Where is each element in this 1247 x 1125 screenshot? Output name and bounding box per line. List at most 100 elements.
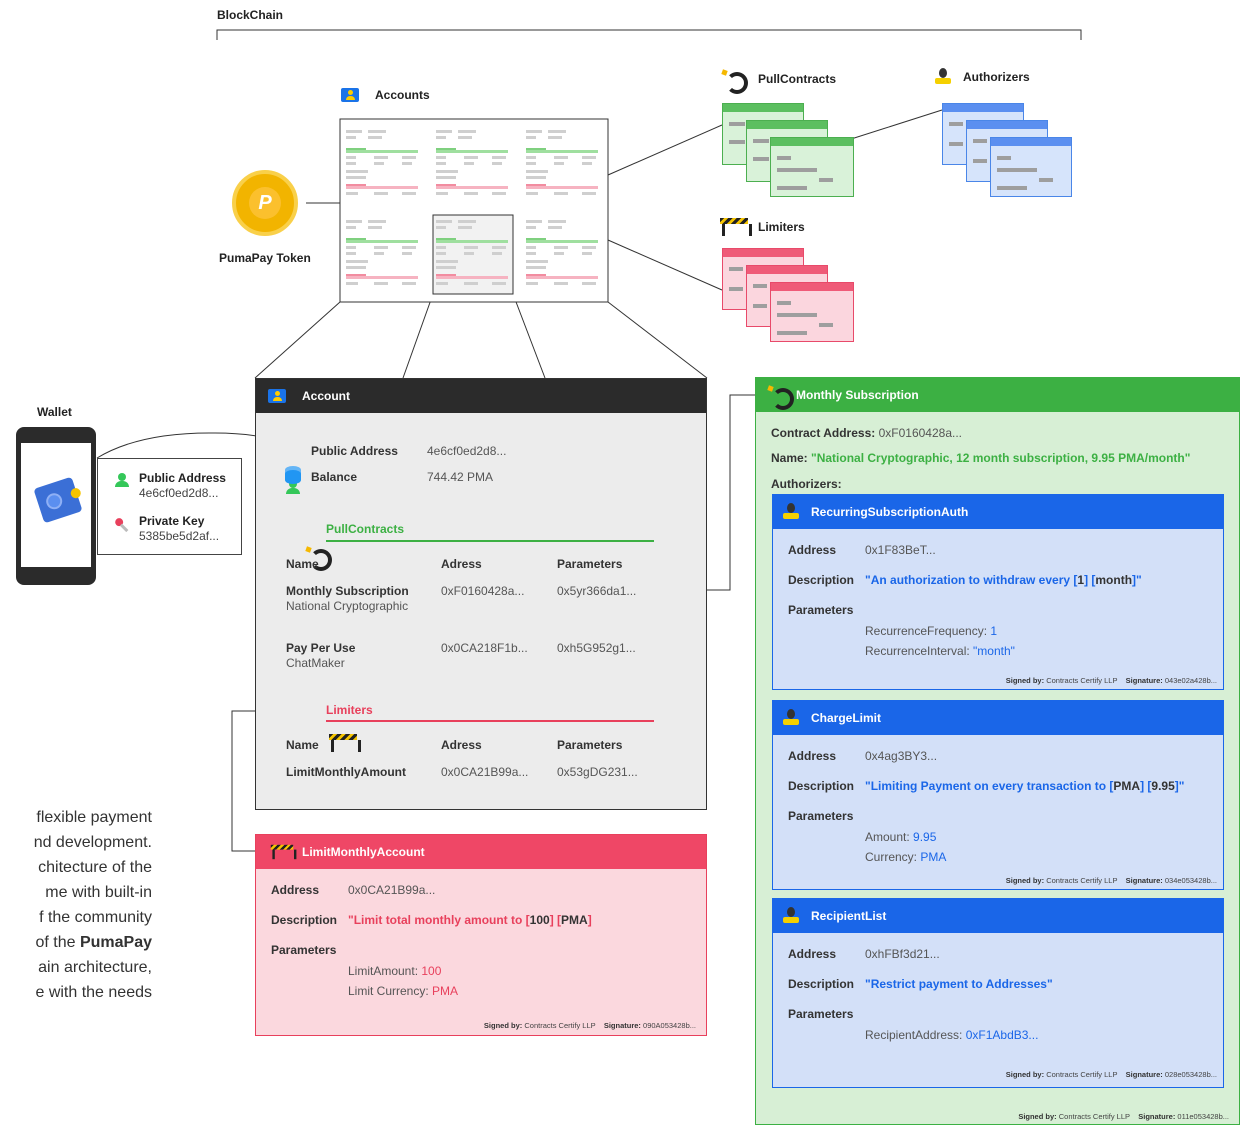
mini-table-bar <box>526 170 548 173</box>
mini-table-bar <box>368 226 382 229</box>
limit-param-currency: Limit Currency: PMA <box>348 984 459 998</box>
mini-table-bar <box>346 162 356 165</box>
mini-table-bar <box>492 192 506 195</box>
mini-table-bar <box>464 156 478 159</box>
auth-param: RecurrenceInterval: "month" <box>865 644 1015 658</box>
auth-address-label: Address <box>788 947 837 961</box>
mini-table-bar <box>554 192 568 195</box>
authorizers-header: Authorizers <box>935 68 1030 86</box>
mini-table-bar <box>526 162 536 165</box>
mini-table-bar <box>346 186 418 189</box>
mini-table-bar <box>464 246 478 249</box>
mini-table-bar <box>402 282 416 285</box>
contract-name: Name: "National Cryptographic, 12 month … <box>771 451 1191 465</box>
phone-icon <box>16 427 96 585</box>
mini-table-bar <box>368 220 386 223</box>
limiter-card <box>770 282 854 342</box>
limiters-label: Limiters <box>758 220 805 234</box>
mini-table-bar <box>492 252 502 255</box>
mini-table-bar <box>526 226 536 229</box>
authorizer-icon <box>783 907 799 925</box>
limiters-divider <box>326 720 654 722</box>
mini-table-bar <box>436 260 458 263</box>
pull-col-adress: Adress <box>441 557 482 571</box>
magnet-icon <box>722 70 748 94</box>
mini-table-bar <box>436 220 452 223</box>
mini-table-bar <box>436 240 508 243</box>
auth-parameters-label: Parameters <box>788 809 854 823</box>
authorizer-card <box>990 137 1072 197</box>
wallet-public-address-label: Public Address <box>139 471 226 485</box>
body-line: flexible payment <box>36 809 152 826</box>
limit-monthly-account-panel: LimitMonthlyAccount Address 0x0CA21B99a.… <box>255 834 707 1036</box>
wallet-public-address-value: 4e6cf0ed2d8... <box>139 486 219 500</box>
mini-table-bar <box>582 252 592 255</box>
auth-address-value: 0x4ag3BY3... <box>865 749 938 763</box>
mini-table-bar <box>346 170 368 173</box>
mini-table-bar <box>346 266 366 269</box>
auth-description-label: Description <box>788 977 855 991</box>
limit-signature: Signed by: Contracts Certify LLP Signatu… <box>483 1021 696 1030</box>
mini-table-bar <box>464 162 474 165</box>
mini-table-bar <box>436 186 508 189</box>
pullcontracts-divider <box>326 540 654 542</box>
magnet-icon <box>768 386 794 410</box>
auth-param: RecurrenceFrequency: 1 <box>865 624 998 638</box>
mini-table-bar <box>436 266 456 269</box>
auth-param: RecipientAddress: 0xF1AbdB3... <box>865 1028 1039 1042</box>
mini-table-bar <box>346 260 368 263</box>
mini-table-bar <box>582 156 596 159</box>
mini-table-bar <box>346 252 356 255</box>
person-icon <box>115 473 129 487</box>
limit-description-label: Description <box>271 913 338 927</box>
mini-table-bar <box>436 276 508 279</box>
account-public-address-label: Public Address <box>311 444 398 458</box>
auth-param: Amount: 9.95 <box>865 830 937 844</box>
lim-col-adress: Adress <box>441 738 482 752</box>
authorizer-recurring-subscription: RecurringSubscriptionAuth Address 0x1F83… <box>772 494 1224 690</box>
auth-signature: Signed by: Contracts Certify LLP Signatu… <box>1005 876 1217 885</box>
mini-table-bar <box>402 252 412 255</box>
mini-table-bar <box>548 226 562 229</box>
mini-table-bar <box>464 282 478 285</box>
auth-description-label: Description <box>788 573 855 587</box>
auth-address-value: 0xhFBf3d21... <box>865 947 940 961</box>
monthly-subscription-panel: Monthly Subscription Contract Address: 0… <box>755 377 1240 1125</box>
mini-table-bar <box>492 282 506 285</box>
lim-row-name: LimitMonthlyAmount <box>286 765 406 779</box>
wallet-label: Wallet <box>37 405 72 419</box>
mini-table-bar <box>436 282 448 285</box>
lim-row-adress: 0x0CA21B99a... <box>441 765 529 779</box>
mini-table-bar <box>526 186 598 189</box>
mini-table-bar <box>346 130 362 133</box>
mini-table-bar <box>374 162 384 165</box>
auth-address-label: Address <box>788 543 837 557</box>
mini-table-bar <box>374 252 384 255</box>
wallet-private-key-label: Private Key <box>139 514 205 528</box>
pull-row-adress: 0xF0160428a... <box>441 584 525 598</box>
mini-table-bar <box>436 192 448 195</box>
mini-table-bar <box>402 246 416 249</box>
monthly-title: Monthly Subscription <box>796 388 919 402</box>
auth-description-value: "Restrict payment to Addresses" <box>865 977 1053 991</box>
auth-description-label: Description <box>788 779 855 793</box>
balance-value: 744.42 PMA <box>427 470 494 484</box>
barrier-icon <box>720 218 752 236</box>
mini-table-bar <box>346 150 418 153</box>
pumapay-token-label: PumaPay Token <box>219 251 311 265</box>
barrier-icon <box>270 844 297 860</box>
authorizer-charge-limit: ChargeLimit Address 0x4ag3BY3... Descrip… <box>772 700 1224 890</box>
contract-address: Contract Address: 0xF0160428a... <box>771 426 962 440</box>
limit-panel-title: LimitMonthlyAccount <box>302 845 425 859</box>
accounts-icon <box>341 88 359 102</box>
mini-table-bar <box>492 246 506 249</box>
mini-table-bar <box>402 156 416 159</box>
mini-table-bar <box>436 162 446 165</box>
auth-signature: Signed by: Contracts Certify LLP Signatu… <box>1005 676 1217 685</box>
mini-table-bar <box>526 130 542 133</box>
mini-table-bar <box>582 246 596 249</box>
mini-table-bar <box>368 130 386 133</box>
lim-col-name: Name <box>286 738 319 752</box>
mini-table-bar <box>554 282 568 285</box>
mini-table-bar <box>464 192 478 195</box>
